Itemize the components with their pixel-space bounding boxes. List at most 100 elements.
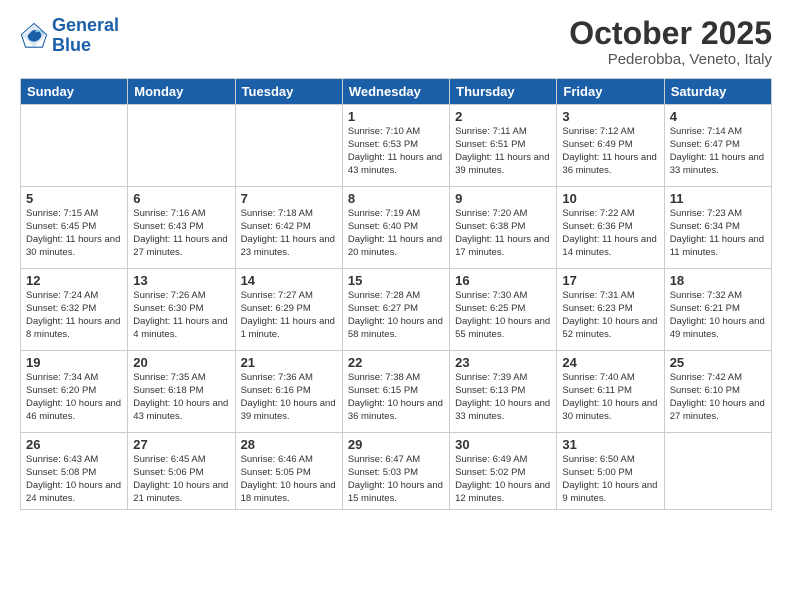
day-number: 25 xyxy=(670,355,766,370)
day-info: Sunrise: 7:34 AM Sunset: 6:20 PM Dayligh… xyxy=(26,372,122,423)
day-number: 1 xyxy=(348,109,444,124)
calendar-cell: 14Sunrise: 7:27 AM Sunset: 6:29 PM Dayli… xyxy=(235,269,342,351)
day-number: 30 xyxy=(455,437,551,452)
calendar-cell xyxy=(128,105,235,187)
calendar-cell xyxy=(664,433,771,510)
calendar-cell: 15 Sunrise: 7:28 AM Sunset: 6:27 PM Dayli… xyxy=(342,269,449,351)
day-number: 31 xyxy=(562,437,658,452)
calendar-cell: 4Sunrise: 7:14 AM Sunset: 6:47 PM Daylig… xyxy=(664,105,771,187)
location-title: Pederobba, Veneto, Italy xyxy=(569,51,772,68)
day-number: 28 xyxy=(241,437,337,452)
calendar-cell: 12 Sunrise: 7:24 AM Sunset: 6:32 PM Dayli… xyxy=(21,269,128,351)
calendar-cell: 21 Sunrise: 7:36 AM Sunset: 6:16 PM Dayli… xyxy=(235,351,342,433)
calendar-row-4: 26 Sunrise: 6:43 AM Sunset: 5:08 PM Dayli… xyxy=(21,433,772,510)
calendar-cell xyxy=(21,105,128,187)
day-number: 11 xyxy=(670,191,766,206)
day-number: 16 xyxy=(455,273,551,288)
day-info: Sunrise: 6:45 AM Sunset: 5:06 PM Dayligh… xyxy=(133,454,229,505)
header: General Blue October 2025 Pederobba, Ven… xyxy=(20,16,772,68)
day-number: 5 xyxy=(26,191,122,206)
day-info: Sunrise: 7:26 AM Sunset: 6:30 PM Dayligh… xyxy=(133,290,229,341)
day-number: 22 xyxy=(348,355,444,370)
day-number: 7 xyxy=(241,191,337,206)
calendar-cell: 9 Sunrise: 7:20 AM Sunset: 6:38 PM Daylig… xyxy=(450,187,557,269)
day-number: 26 xyxy=(26,437,122,452)
day-number: 2 xyxy=(455,109,551,124)
day-info: Sunrise: 7:11 AM Sunset: 6:51 PM Dayligh… xyxy=(455,126,551,177)
calendar-cell: 2 Sunrise: 7:11 AM Sunset: 6:51 PM Daylig… xyxy=(450,105,557,187)
day-info: Sunrise: 6:43 AM Sunset: 5:08 PM Dayligh… xyxy=(26,454,122,505)
day-number: 23 xyxy=(455,355,551,370)
calendar-cell: 27 Sunrise: 6:45 AM Sunset: 5:06 PM Dayli… xyxy=(128,433,235,510)
calendar-cell: 29Sunrise: 6:47 AM Sunset: 5:03 PM Dayli… xyxy=(342,433,449,510)
day-info: Sunrise: 7:20 AM Sunset: 6:38 PM Dayligh… xyxy=(455,208,551,259)
day-info: Sunrise: 7:18 AM Sunset: 6:42 PM Dayligh… xyxy=(241,208,337,259)
calendar-row-1: 5Sunrise: 7:15 AM Sunset: 6:45 PM Daylig… xyxy=(21,187,772,269)
day-header-tuesday: Tuesday xyxy=(235,79,342,105)
calendar-cell: 20 Sunrise: 7:35 AM Sunset: 6:18 PM Dayli… xyxy=(128,351,235,433)
day-info: Sunrise: 7:27 AM Sunset: 6:29 PM Dayligh… xyxy=(241,290,337,341)
day-info: Sunrise: 7:14 AM Sunset: 6:47 PM Dayligh… xyxy=(670,126,766,177)
calendar-cell: 16Sunrise: 7:30 AM Sunset: 6:25 PM Dayli… xyxy=(450,269,557,351)
day-info: Sunrise: 6:47 AM Sunset: 5:03 PM Dayligh… xyxy=(348,454,444,505)
day-info: Sunrise: 7:22 AM Sunset: 6:36 PM Dayligh… xyxy=(562,208,658,259)
logo-line2: Blue xyxy=(52,35,91,55)
title-block: October 2025 Pederobba, Veneto, Italy xyxy=(569,16,772,68)
day-number: 15 xyxy=(348,273,444,288)
day-header-thursday: Thursday xyxy=(450,79,557,105)
calendar-cell: 10 Sunrise: 7:22 AM Sunset: 6:36 PM Dayli… xyxy=(557,187,664,269)
day-number: 6 xyxy=(133,191,229,206)
day-number: 13 xyxy=(133,273,229,288)
calendar: SundayMondayTuesdayWednesdayThursdayFrid… xyxy=(20,78,772,510)
calendar-cell: 23 Sunrise: 7:39 AM Sunset: 6:13 PM Dayli… xyxy=(450,351,557,433)
calendar-cell: 30Sunrise: 6:49 AM Sunset: 5:02 PM Dayli… xyxy=(450,433,557,510)
day-header-friday: Friday xyxy=(557,79,664,105)
logo-line1: General xyxy=(52,15,119,35)
calendar-cell: 6 Sunrise: 7:16 AM Sunset: 6:43 PM Daylig… xyxy=(128,187,235,269)
day-number: 20 xyxy=(133,355,229,370)
calendar-row-0: 1Sunrise: 7:10 AM Sunset: 6:53 PM Daylig… xyxy=(21,105,772,187)
day-number: 10 xyxy=(562,191,658,206)
day-number: 12 xyxy=(26,273,122,288)
day-info: Sunrise: 7:16 AM Sunset: 6:43 PM Dayligh… xyxy=(133,208,229,259)
calendar-cell: 26 Sunrise: 6:43 AM Sunset: 5:08 PM Dayli… xyxy=(21,433,128,510)
month-title: October 2025 xyxy=(569,16,772,51)
calendar-cell: 25Sunrise: 7:42 AM Sunset: 6:10 PM Dayli… xyxy=(664,351,771,433)
calendar-cell: 13 Sunrise: 7:26 AM Sunset: 6:30 PM Dayli… xyxy=(128,269,235,351)
calendar-cell: 1Sunrise: 7:10 AM Sunset: 6:53 PM Daylig… xyxy=(342,105,449,187)
day-number: 3 xyxy=(562,109,658,124)
day-number: 8 xyxy=(348,191,444,206)
logo-text: General Blue xyxy=(52,16,119,56)
day-info: Sunrise: 7:39 AM Sunset: 6:13 PM Dayligh… xyxy=(455,372,551,423)
calendar-cell: 5Sunrise: 7:15 AM Sunset: 6:45 PM Daylig… xyxy=(21,187,128,269)
day-info: Sunrise: 7:24 AM Sunset: 6:32 PM Dayligh… xyxy=(26,290,122,341)
day-number: 18 xyxy=(670,273,766,288)
calendar-row-2: 12 Sunrise: 7:24 AM Sunset: 6:32 PM Dayli… xyxy=(21,269,772,351)
day-info: Sunrise: 7:12 AM Sunset: 6:49 PM Dayligh… xyxy=(562,126,658,177)
calendar-cell: 19Sunrise: 7:34 AM Sunset: 6:20 PM Dayli… xyxy=(21,351,128,433)
day-info: Sunrise: 6:50 AM Sunset: 5:00 PM Dayligh… xyxy=(562,454,658,505)
calendar-cell: 8Sunrise: 7:19 AM Sunset: 6:40 PM Daylig… xyxy=(342,187,449,269)
day-info: Sunrise: 7:38 AM Sunset: 6:15 PM Dayligh… xyxy=(348,372,444,423)
day-number: 24 xyxy=(562,355,658,370)
day-info: Sunrise: 7:32 AM Sunset: 6:21 PM Dayligh… xyxy=(670,290,766,341)
day-info: Sunrise: 7:36 AM Sunset: 6:16 PM Dayligh… xyxy=(241,372,337,423)
day-number: 27 xyxy=(133,437,229,452)
day-header-sunday: Sunday xyxy=(21,79,128,105)
day-number: 21 xyxy=(241,355,337,370)
logo: General Blue xyxy=(20,16,119,56)
calendar-row-3: 19Sunrise: 7:34 AM Sunset: 6:20 PM Dayli… xyxy=(21,351,772,433)
calendar-cell xyxy=(235,105,342,187)
day-number: 9 xyxy=(455,191,551,206)
day-header-monday: Monday xyxy=(128,79,235,105)
day-info: Sunrise: 7:23 AM Sunset: 6:34 PM Dayligh… xyxy=(670,208,766,259)
day-info: Sunrise: 7:35 AM Sunset: 6:18 PM Dayligh… xyxy=(133,372,229,423)
day-info: Sunrise: 7:28 AM Sunset: 6:27 PM Dayligh… xyxy=(348,290,444,341)
calendar-cell: 22 Sunrise: 7:38 AM Sunset: 6:15 PM Dayli… xyxy=(342,351,449,433)
calendar-cell: 18 Sunrise: 7:32 AM Sunset: 6:21 PM Dayli… xyxy=(664,269,771,351)
calendar-cell: 17Sunrise: 7:31 AM Sunset: 6:23 PM Dayli… xyxy=(557,269,664,351)
calendar-header-row: SundayMondayTuesdayWednesdayThursdayFrid… xyxy=(21,79,772,105)
day-header-saturday: Saturday xyxy=(664,79,771,105)
calendar-cell: 7 Sunrise: 7:18 AM Sunset: 6:42 PM Daylig… xyxy=(235,187,342,269)
calendar-cell: 24Sunrise: 7:40 AM Sunset: 6:11 PM Dayli… xyxy=(557,351,664,433)
